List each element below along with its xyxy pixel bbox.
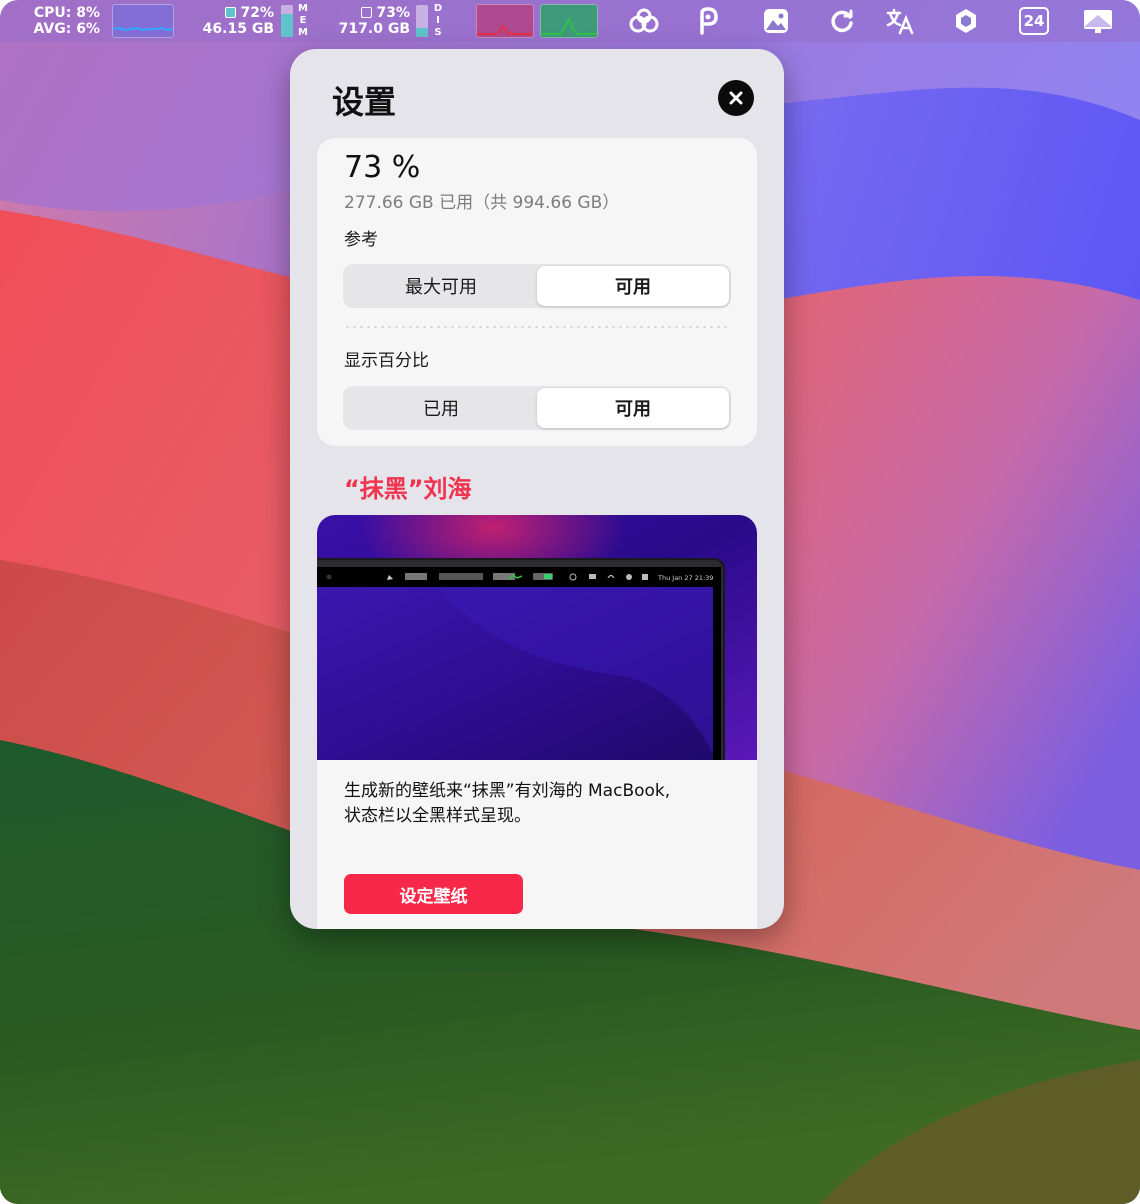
disk-square-icon	[361, 7, 373, 18]
disk-settings-card: 73 % 277.66 GB 已用（共 994.66 GB） 参考 最大可用 可…	[317, 138, 757, 446]
disk-bar	[416, 5, 428, 37]
reference-option-max-available[interactable]: 最大可用	[345, 266, 537, 306]
memory-percent: 72%	[240, 5, 274, 21]
disk-letter: D	[433, 3, 443, 14]
preview-stat-block	[405, 573, 427, 580]
notch-preview-image: Thu Jan 27 21:39	[317, 515, 757, 760]
desktop: CPU: 8% AVG: 6% 72% 46.15 GB M E M 73% 7…	[0, 0, 1140, 1204]
network-up-line	[541, 16, 597, 35]
refresh-icon[interactable]	[826, 5, 858, 37]
cpu-average: AVG: 6%	[33, 21, 100, 37]
photo-icon[interactable]	[760, 5, 792, 37]
preview-control-icon	[642, 574, 648, 580]
disk-bar-fill	[416, 28, 428, 37]
network-up-graph[interactable]	[540, 4, 598, 38]
display-icon[interactable]	[1082, 5, 1114, 37]
disk-usage-detail: 277.66 GB 已用（共 994.66 GB）	[344, 193, 620, 213]
hexagon-icon[interactable]	[950, 5, 982, 37]
translate-icon[interactable]	[884, 5, 916, 37]
display-option-used[interactable]: 已用	[345, 388, 537, 428]
reference-label: 参考	[344, 230, 378, 250]
memory-size: 46.15 GB	[202, 21, 274, 37]
cloud-sync-icon[interactable]	[628, 5, 660, 37]
cloud-sync-glyph	[629, 8, 659, 33]
refresh-glyph	[831, 9, 853, 33]
disk-percent-large: 73 %	[344, 150, 421, 185]
notch-description-line: 生成新的壁纸来“抹黑”有刘海的 MacBook,	[344, 781, 671, 801]
memory-label: M E M	[297, 3, 309, 39]
calendar-day: 24	[1019, 7, 1049, 35]
cpu-graph[interactable]	[112, 4, 174, 38]
preview-camera-icon	[326, 574, 332, 580]
network-down-graph[interactable]	[476, 4, 534, 38]
disk-size: 717.0 GB	[338, 21, 410, 37]
memory-letter: E	[299, 15, 307, 26]
preview-clock-text: Thu Jan 27 21:39	[657, 574, 713, 582]
disk-percent: 73%	[376, 5, 410, 21]
network-down-line	[477, 24, 533, 35]
display-glyph	[1084, 10, 1112, 33]
close-icon	[729, 91, 743, 105]
memory-letter: M	[298, 3, 308, 14]
preview-user-icon	[626, 574, 632, 580]
memory-square-icon	[225, 7, 237, 18]
notch-description-line: 状态栏以全黑样式呈现。	[344, 806, 531, 826]
close-button[interactable]	[718, 80, 754, 116]
p-app-icon[interactable]	[692, 5, 724, 37]
divider	[344, 326, 730, 328]
display-percent-label: 显示百分比	[344, 351, 429, 371]
menu-bar: CPU: 8% AVG: 6% 72% 46.15 GB M E M 73% 7…	[0, 0, 1140, 42]
translate-glyph	[886, 8, 914, 35]
p-app-glyph	[700, 7, 718, 35]
disk-letter: I	[436, 15, 440, 26]
cpu-stats[interactable]: CPU: 8% AVG: 6%	[28, 5, 100, 37]
disk-stats[interactable]: 73% 717.0 GB	[336, 5, 410, 37]
set-wallpaper-button[interactable]: 设定壁纸	[344, 874, 523, 914]
memory-bar-fill	[281, 13, 293, 37]
notch-section-heading: “抹黑”刘海	[344, 475, 472, 503]
hexagon-glyph	[956, 9, 976, 33]
display-percent-segmented-control: 已用 可用	[343, 386, 731, 430]
notch-description: 生成新的壁纸来“抹黑”有刘海的 MacBook, 状态栏以全黑样式呈现。	[344, 779, 744, 829]
photo-glyph	[764, 9, 788, 33]
memory-bar	[281, 5, 293, 37]
cpu-usage: CPU: 8%	[33, 5, 100, 21]
notch-wallpaper-card: Thu Jan 27 21:39 生成新的壁纸来“抹黑”有刘海的 MacBook…	[317, 515, 757, 929]
disk-label: D I S	[432, 3, 444, 39]
cpu-graph-line	[112, 26, 174, 32]
memory-letter: M	[298, 27, 308, 38]
settings-panel: 设置 73 % 277.66 GB 已用（共 994.66 GB） 参考 最大可…	[290, 49, 784, 929]
reference-segmented-control: 最大可用 可用	[343, 264, 731, 308]
preview-flag-icon	[589, 574, 596, 579]
memory-stats[interactable]: 72% 46.15 GB	[200, 5, 274, 37]
panel-title: 设置	[332, 83, 397, 121]
reference-option-available[interactable]: 可用	[537, 266, 729, 306]
preview-stat-block	[439, 573, 483, 580]
disk-letter: S	[434, 27, 442, 38]
display-option-available[interactable]: 可用	[537, 388, 729, 428]
calendar-icon[interactable]: 24	[1018, 5, 1050, 37]
preview-battery-fill	[544, 574, 552, 579]
